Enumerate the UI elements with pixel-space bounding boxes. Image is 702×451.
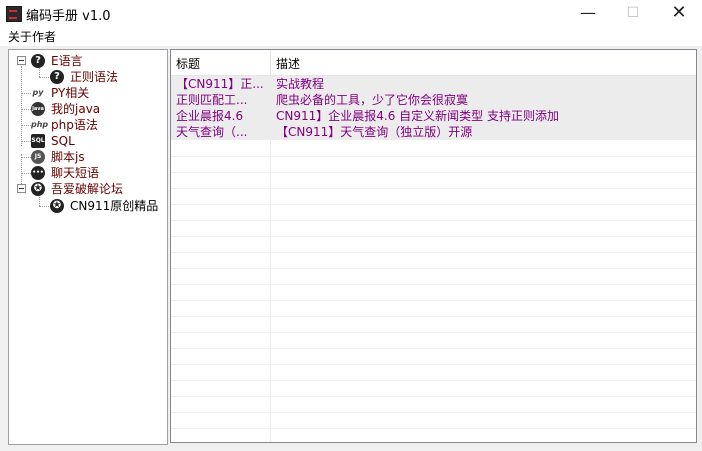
sql-icon: SQL [31, 134, 45, 148]
chat-icon: ••• [31, 166, 45, 180]
menu-about-author[interactable]: 关于作者 [8, 28, 56, 45]
tree-item-label: 聊天短语 [51, 166, 100, 180]
row-title: 【CN911】正... [176, 77, 264, 91]
grid-line [171, 428, 696, 429]
tree-collapse-toggle[interactable] [17, 56, 26, 65]
python-icon: py [32, 88, 44, 97]
forum-icon: ✪ [31, 182, 45, 196]
table-row[interactable]: 天气查询（... 【CN911】天气查询（独立版）开源 [171, 124, 696, 140]
row-title: 天气查询（... [176, 125, 248, 139]
tree-connector [21, 157, 31, 158]
row-description: 实战教程 [276, 77, 325, 91]
java-icon: Java [31, 102, 45, 116]
article-list[interactable]: 标题 描述 【CN911】正... 实战教程 正则匹配工... 爬虫必备的工具，… [170, 49, 697, 443]
tree-item-label: E语言 [51, 54, 83, 68]
table-row[interactable]: 企业晨报4.6 CN911】企业晨报4.6 自定义新闻类型 支持正则添加 [171, 108, 696, 124]
table-row[interactable]: 【CN911】正... 实战教程 [171, 76, 696, 92]
question-icon: ? [31, 54, 45, 68]
tree-item-label: 我的java [51, 102, 101, 116]
tree-connector [21, 93, 31, 94]
row-description: 【CN911】天气查询（独立版）开源 [276, 125, 473, 139]
tree-connector [21, 66, 22, 146]
row-title: 正则匹配工... [176, 93, 248, 107]
grid-line [171, 236, 696, 237]
tree-connector [21, 154, 22, 188]
menu-bar: 关于作者 [0, 26, 702, 46]
grid-line [171, 268, 696, 269]
tree-connector [39, 206, 49, 207]
grid-line [171, 412, 696, 413]
grid-line [171, 172, 696, 173]
close-button[interactable]: ✕ [656, 0, 702, 26]
tree-connector [21, 141, 31, 142]
tree-connector [39, 77, 49, 78]
tree-item-label: 正则语法 [70, 70, 119, 84]
grid-line [171, 396, 696, 397]
grid-line [171, 188, 696, 189]
grid-line [171, 364, 696, 365]
tree-connector [21, 109, 31, 110]
maximize-button[interactable]: ☐ [610, 0, 656, 26]
grid-line [171, 380, 696, 381]
tree-collapse-toggle[interactable] [17, 184, 26, 193]
grid-line [171, 284, 696, 285]
list-header: 标题 描述 [171, 50, 696, 76]
tree-item-label: CN911原创精品 [70, 199, 159, 213]
grid-line [171, 156, 696, 157]
app-icon [6, 6, 22, 22]
window-title: 编码手册 v1.0 [26, 9, 111, 24]
category-tree[interactable]: ? E语言 ? 正则语法 py PY相关 Java 我的java php php… [8, 49, 168, 445]
question-icon: ? [50, 70, 64, 84]
tree-connector [21, 173, 31, 174]
forum-icon: ✪ [50, 199, 64, 213]
grid-line [171, 316, 696, 317]
title-bar: 编码手册 v1.0 — ☐ ✕ [0, 0, 702, 26]
tree-connector [21, 125, 31, 126]
column-header-title[interactable]: 标题 [176, 55, 200, 72]
table-row[interactable]: 正则匹配工... 爬虫必备的工具，少了它你会很寂寞 [171, 92, 696, 108]
grid-line [171, 332, 696, 333]
row-description: 爬虫必备的工具，少了它你会很寂寞 [276, 93, 469, 107]
column-gridline [270, 75, 271, 442]
column-divider[interactable] [270, 50, 271, 75]
php-icon: php [31, 120, 49, 129]
grid-line [171, 252, 696, 253]
grid-line [171, 348, 696, 349]
tree-item-label: php语法 [51, 118, 98, 132]
grid-line [171, 220, 696, 221]
tree-item-label: SQL [51, 134, 75, 148]
grid-line [171, 204, 696, 205]
column-header-description[interactable]: 描述 [276, 55, 300, 72]
minimize-button[interactable]: — [565, 0, 611, 26]
row-title: 企业晨报4.6 [176, 109, 244, 123]
tree-item-label: PY相关 [51, 86, 90, 100]
grid-line [171, 300, 696, 301]
tree-item-label: 脚本js [51, 150, 85, 164]
tree-item-label: 吾爱破解论坛 [51, 182, 124, 196]
row-description: CN911】企业晨报4.6 自定义新闻类型 支持正则添加 [276, 109, 559, 123]
js-icon: JS [31, 150, 45, 164]
